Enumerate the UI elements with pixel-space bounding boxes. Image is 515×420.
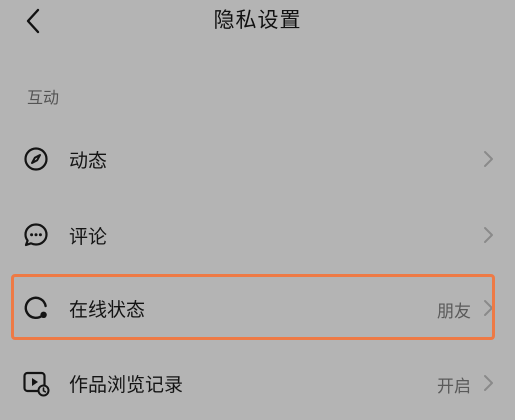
settings-item-label: 在线状态 bbox=[69, 299, 146, 321]
page-title: 隐私设置 bbox=[213, 8, 302, 32]
settings-item-value: 朋友 bbox=[437, 302, 471, 322]
view-history-icon bbox=[22, 369, 50, 397]
chevron-right-icon bbox=[484, 151, 493, 167]
settings-item-value: 开启 bbox=[437, 377, 471, 397]
comment-bubble-icon bbox=[22, 221, 50, 249]
settings-item-label: 评论 bbox=[69, 226, 108, 248]
compass-icon bbox=[22, 145, 50, 173]
settings-item-label: 作品浏览记录 bbox=[69, 374, 184, 396]
chevron-right-icon bbox=[484, 300, 493, 316]
chevron-right-icon bbox=[484, 227, 493, 243]
online-status-icon bbox=[22, 294, 50, 322]
settings-item-online-status[interactable]: 在线状态 朋友 bbox=[0, 277, 515, 339]
settings-item-label: 动态 bbox=[69, 150, 108, 172]
section-title: 互动 bbox=[27, 88, 60, 107]
chevron-right-icon bbox=[484, 375, 493, 391]
header: 隐私设置 bbox=[0, 0, 515, 40]
settings-item-dynamics[interactable]: 动态 bbox=[0, 128, 515, 190]
settings-item-view-history[interactable]: 作品浏览记录 开启 bbox=[0, 352, 515, 414]
settings-item-comments[interactable]: 评论 bbox=[0, 204, 515, 266]
